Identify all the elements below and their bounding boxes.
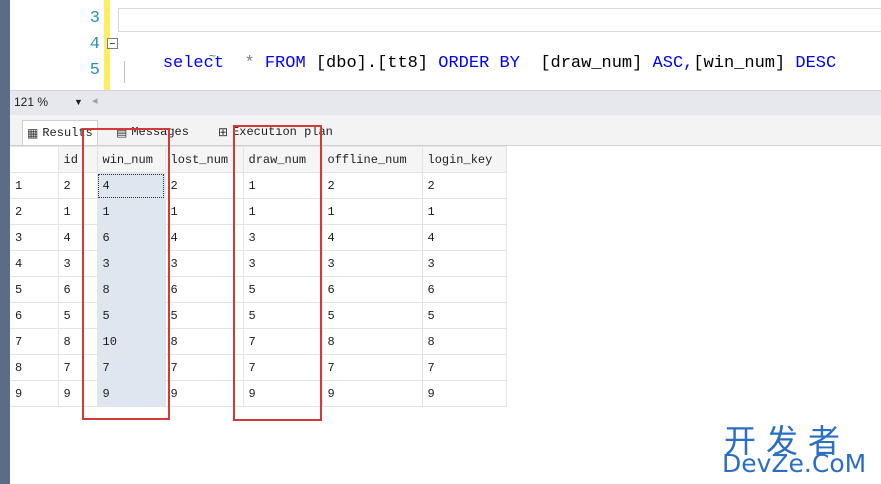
row-number[interactable]: 6: [10, 302, 59, 329]
scroll-left-icon[interactable]: ◂: [92, 94, 98, 107]
row-number[interactable]: 8: [10, 354, 59, 381]
grid-icon: ▦: [27, 126, 39, 141]
draw-num-highlight-box: [233, 125, 322, 421]
table-cell[interactable]: 4: [421, 224, 507, 251]
row-number[interactable]: 5: [10, 276, 59, 303]
table-cell[interactable]: 5: [421, 302, 507, 329]
table-cell[interactable]: 6: [321, 276, 423, 303]
row-number[interactable]: 2: [10, 198, 59, 225]
row-number[interactable]: 9: [10, 380, 59, 407]
warning-squiggle-icon: ~: [209, 50, 217, 64]
line-number-gutter: 3 4 5: [10, 0, 102, 90]
table-cell[interactable]: 1: [164, 198, 244, 225]
execution-plan-icon: ⊞: [218, 125, 229, 140]
table-cell[interactable]: 3: [421, 250, 507, 277]
collapse-outline-icon[interactable]: [107, 38, 118, 49]
table-cell[interactable]: 9: [321, 380, 423, 407]
table-cell[interactable]: 7: [164, 354, 244, 381]
table-name: [dbo].[tt8]: [315, 54, 429, 73]
keyword-from: FROM: [264, 54, 306, 73]
row-number[interactable]: 3: [10, 224, 59, 251]
editor-status-strip: 121 % ▼ ◂: [10, 90, 881, 115]
window-frame-left: [0, 0, 10, 484]
table-cell[interactable]: 2: [164, 172, 244, 199]
line-number: 5: [89, 61, 100, 80]
table-cell[interactable]: 1: [421, 198, 507, 225]
row-number[interactable]: 7: [10, 328, 59, 355]
row-number[interactable]: 4: [10, 250, 59, 277]
table-cell[interactable]: 9: [421, 380, 507, 407]
keyword-desc: DESC: [795, 54, 837, 73]
table-cell[interactable]: 1: [321, 198, 423, 225]
current-line-highlight: [118, 8, 881, 32]
sql-query-line[interactable]: select * FROM [dbo].[tt8] ORDER BY [draw…: [122, 35, 836, 92]
table-cell[interactable]: 8: [321, 328, 423, 355]
table-cell[interactable]: 3: [164, 250, 244, 277]
line-number: 4: [89, 35, 100, 54]
row-number[interactable]: 1: [10, 172, 59, 199]
table-cell[interactable]: 5: [164, 302, 244, 329]
text-caret: [124, 61, 125, 83]
column-header[interactable]: login_key: [421, 146, 507, 173]
keyword-order-by: ORDER BY: [438, 54, 520, 73]
column-header[interactable]: lost_num: [164, 146, 244, 173]
table-cell[interactable]: 8: [164, 328, 244, 355]
win-num-highlight-box: [82, 128, 170, 420]
table-cell[interactable]: 4: [321, 224, 423, 251]
table-cell[interactable]: 2: [421, 172, 507, 199]
horizontal-scrollbar[interactable]: [104, 93, 881, 111]
table-cell[interactable]: 3: [321, 250, 423, 277]
query-editor[interactable]: 3 4 5 select * FROM [dbo].[tt8] ORDER BY…: [10, 0, 881, 90]
column-draw-num: [draw_num]: [540, 54, 643, 73]
column-header[interactable]: offline_num: [321, 146, 423, 173]
table-cell[interactable]: 5: [321, 302, 423, 329]
table-cell[interactable]: 2: [321, 172, 423, 199]
table-cell[interactable]: 9: [164, 380, 244, 407]
row-number-header: [10, 146, 59, 173]
table-cell[interactable]: 7: [421, 354, 507, 381]
watermark-devze: DevZe.CoM: [722, 449, 867, 478]
line-number: 3: [89, 9, 100, 28]
table-cell[interactable]: 8: [421, 328, 507, 355]
star-token: *: [244, 54, 255, 73]
table-cell[interactable]: 7: [321, 354, 423, 381]
zoom-dropdown-icon[interactable]: ▼: [74, 97, 83, 107]
table-cell[interactable]: 6: [164, 276, 244, 303]
keyword-asc: ASC,: [652, 54, 694, 73]
table-cell[interactable]: 4: [164, 224, 244, 251]
column-win-num: [win_num]: [693, 54, 786, 73]
zoom-level[interactable]: 121 %: [14, 95, 48, 109]
table-cell[interactable]: 6: [421, 276, 507, 303]
